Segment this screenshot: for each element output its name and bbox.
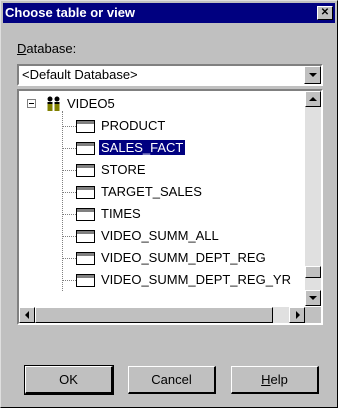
tree-item-video-summ-dept-reg[interactable]: VIDEO_SUMM_DEPT_REG bbox=[19, 249, 299, 269]
tree-item-label: VIDEO_SUMM_DEPT_REG_YR bbox=[101, 272, 291, 287]
tree-item-label: TIMES bbox=[101, 206, 141, 221]
tree-root-label: VIDEO5 bbox=[67, 96, 115, 111]
database-users-icon bbox=[45, 96, 63, 112]
combo-dropdown-button[interactable] bbox=[304, 66, 321, 84]
horizontal-scrollbar[interactable] bbox=[19, 307, 305, 323]
arrow-up-icon bbox=[309, 97, 317, 101]
scroll-right-button[interactable] bbox=[289, 307, 305, 323]
scrollbar-corner bbox=[305, 307, 321, 323]
arrow-down-icon bbox=[309, 296, 317, 300]
scroll-left-button[interactable] bbox=[19, 307, 35, 323]
table-icon bbox=[76, 274, 95, 287]
arrow-left-icon bbox=[25, 311, 29, 319]
tree-item-label: PRODUCT bbox=[101, 118, 166, 133]
vertical-scroll-thumb[interactable] bbox=[305, 266, 321, 278]
scroll-up-button[interactable] bbox=[305, 91, 321, 107]
arrow-right-icon bbox=[296, 311, 300, 319]
help-mnemonic: H bbox=[261, 372, 271, 387]
tree-item-video-summ-dept-reg-yr[interactable]: VIDEO_SUMM_DEPT_REG_YR bbox=[19, 271, 299, 291]
tree-item-store[interactable]: STORE bbox=[19, 161, 299, 181]
horizontal-scroll-thumb[interactable] bbox=[35, 307, 273, 323]
tree-item-product[interactable]: PRODUCT bbox=[19, 117, 299, 137]
collapse-icon[interactable] bbox=[27, 99, 36, 108]
table-tree[interactable]: VIDEO5 PRODUCT SALES_FACT STORE TARGET_S… bbox=[17, 89, 323, 325]
database-selected-value: <Default Database> bbox=[22, 67, 138, 82]
tree-item-label: VIDEO_SUMM_ALL bbox=[101, 228, 219, 243]
database-combobox[interactable]: <Default Database> bbox=[17, 64, 323, 86]
database-label-text: atabase: bbox=[26, 41, 77, 56]
close-button[interactable]: ✕ bbox=[317, 6, 333, 20]
table-icon bbox=[76, 142, 95, 155]
database-label: Database: bbox=[17, 41, 76, 56]
chevron-down-icon bbox=[309, 73, 317, 77]
window-title: Choose table or view bbox=[5, 5, 136, 20]
table-icon bbox=[76, 230, 95, 243]
tree-item-label: TARGET_SALES bbox=[101, 184, 202, 199]
table-icon bbox=[76, 120, 95, 133]
tree-root-row[interactable]: VIDEO5 bbox=[19, 95, 299, 115]
help-button[interactable]: Help bbox=[231, 366, 319, 394]
scroll-down-button[interactable] bbox=[305, 290, 321, 306]
database-label-mnemonic: D bbox=[17, 41, 27, 56]
title-bar[interactable]: Choose table or view ✕ bbox=[3, 3, 335, 23]
tree-item-label: STORE bbox=[101, 162, 146, 177]
tree-item-label: VIDEO_SUMM_DEPT_REG bbox=[101, 250, 266, 265]
tree-item-times[interactable]: TIMES bbox=[19, 205, 299, 225]
help-label-rest: elp bbox=[270, 372, 288, 387]
table-icon bbox=[76, 208, 95, 221]
choose-table-dialog: Choose table or view ✕ Database: <Defaul… bbox=[0, 0, 338, 408]
ok-button[interactable]: OK bbox=[24, 365, 114, 395]
table-icon bbox=[76, 164, 95, 177]
table-icon bbox=[76, 252, 95, 265]
vertical-scrollbar[interactable] bbox=[305, 91, 321, 306]
tree-item-label-selected: SALES_FACT bbox=[97, 139, 187, 156]
table-icon bbox=[76, 186, 95, 199]
tree-item-target-sales[interactable]: TARGET_SALES bbox=[19, 183, 299, 203]
tree-item-video-summ-all[interactable]: VIDEO_SUMM_ALL bbox=[19, 227, 299, 247]
tree-item-sales-fact[interactable]: SALES_FACT bbox=[19, 139, 299, 159]
cancel-button[interactable]: Cancel bbox=[128, 366, 216, 394]
